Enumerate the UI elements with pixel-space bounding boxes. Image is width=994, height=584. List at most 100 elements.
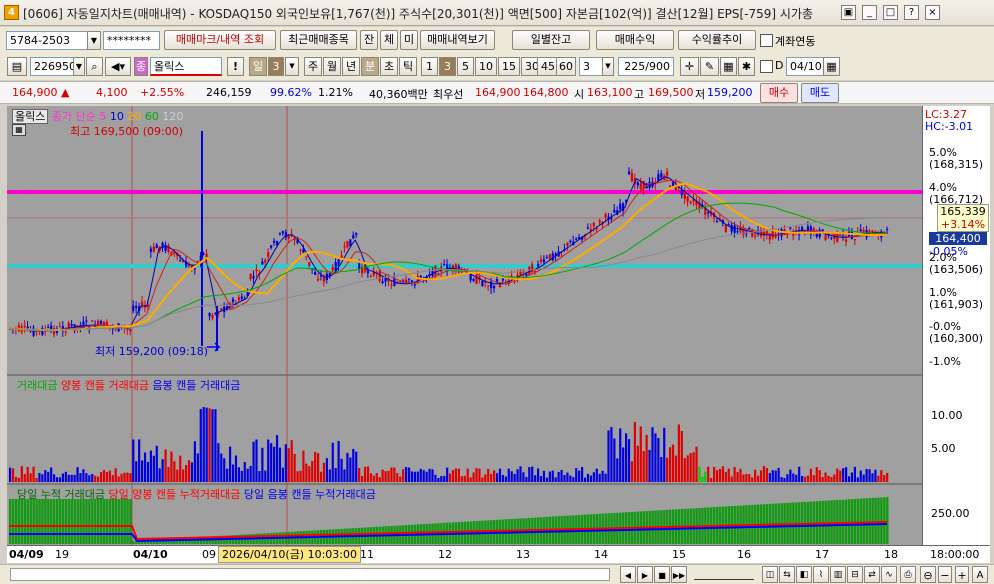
volume-bar: [431, 469, 434, 482]
code-dropdown-icon[interactable]: ▼: [73, 57, 85, 76]
date-input[interactable]: 04/10: [786, 57, 824, 76]
candle-body: [346, 241, 349, 248]
trade-mark-query-button[interactable]: 매매마크/내역 조회: [164, 30, 276, 50]
volume-bar: [67, 474, 70, 482]
date-checkbox[interactable]: [760, 60, 773, 73]
xtick-13: 13: [516, 548, 530, 561]
compare-icon[interactable]: ⇄: [864, 566, 880, 583]
zoom-minus-icon[interactable]: −: [938, 566, 952, 583]
buy-button[interactable]: 매수: [760, 83, 798, 103]
indicator-icon[interactable]: ∿: [881, 566, 897, 583]
grid-icon[interactable]: ▦: [12, 124, 26, 136]
candle-body: [736, 231, 739, 233]
close-icon[interactable]: ×: [925, 5, 940, 20]
balance-button[interactable]: 잔: [360, 30, 378, 50]
period-month-button[interactable]: 월: [323, 57, 341, 76]
volume-bar: [70, 474, 73, 482]
minute-10-button[interactable]: 10: [475, 57, 497, 76]
volume-bar: [114, 468, 117, 482]
candle-body: [598, 220, 601, 223]
bar-icon[interactable]: ▥: [830, 566, 846, 583]
volume-bar: [680, 430, 683, 482]
period-second-button[interactable]: 초: [380, 57, 398, 76]
period-year-button[interactable]: 년: [342, 57, 360, 76]
maximize-icon[interactable]: □: [883, 5, 898, 20]
sell-button[interactable]: 매도: [801, 83, 839, 103]
trade-profit-button[interactable]: 매매수익: [596, 30, 674, 50]
volume-bar: [850, 472, 854, 482]
period-tick-button[interactable]: 틱: [399, 57, 417, 76]
candle-body: [768, 236, 771, 240]
volume-bar: [780, 477, 783, 482]
split-icon[interactable]: ⊟: [847, 566, 863, 583]
candle-body: [845, 239, 848, 242]
line-icon[interactable]: ⌇: [813, 566, 829, 583]
period-day-value[interactable]: 3: [268, 57, 284, 76]
play-right-icon[interactable]: ▶: [637, 566, 653, 583]
count-input[interactable]: 225/900: [618, 57, 674, 76]
password-input[interactable]: ********: [103, 31, 160, 50]
volume-bar: [17, 477, 20, 482]
minute-5-button[interactable]: 5: [457, 57, 474, 76]
period-day-button[interactable]: 일: [249, 57, 267, 76]
current-price-value: 164,900: [12, 86, 58, 99]
account-input[interactable]: 5784-2503: [6, 31, 88, 50]
minute-1-button[interactable]: 1: [421, 57, 438, 76]
profit-trend-button[interactable]: 수익률추이: [678, 30, 756, 50]
account-dropdown-icon[interactable]: ▼: [87, 31, 101, 50]
alert-icon[interactable]: !: [227, 57, 244, 76]
candle-body: [586, 227, 590, 229]
interval-dropdown-icon[interactable]: ▼: [602, 57, 614, 76]
daily-balance-button[interactable]: 일별잔고: [512, 30, 590, 50]
period-minute-button[interactable]: 분: [361, 57, 379, 76]
account-link-checkbox[interactable]: [760, 34, 773, 47]
scroll-left-icon[interactable]: ◀: [620, 566, 636, 583]
crosshair-icon[interactable]: ✛: [680, 57, 699, 76]
restore-icon[interactable]: ▣: [841, 5, 856, 20]
stock-code-input[interactable]: 226950: [30, 57, 74, 76]
volume-bar: [73, 474, 76, 482]
speaker-icon[interactable]: ◀▾: [105, 57, 131, 76]
draw-tool-icon[interactable]: ✎: [700, 57, 719, 76]
save-icon[interactable]: ▦: [720, 57, 737, 76]
print-icon[interactable]: ⎙: [900, 566, 916, 583]
fast-forward-icon[interactable]: ▶▶: [671, 566, 687, 583]
minute-3-button[interactable]: 3: [439, 57, 456, 76]
volume-bar: [91, 474, 94, 482]
candle-body: [99, 320, 103, 324]
period-week-button[interactable]: 주: [304, 57, 322, 76]
help-icon[interactable]: ?: [904, 5, 919, 20]
minute-15-button[interactable]: 15: [498, 57, 520, 76]
stop-icon[interactable]: ■: [654, 566, 670, 583]
minimize-icon[interactable]: _: [862, 5, 877, 20]
interval-input[interactable]: 3: [579, 57, 603, 76]
zoom-out-icon[interactable]: ◫: [762, 566, 778, 583]
candle-body: [575, 238, 578, 240]
minute-60-button[interactable]: 60: [556, 57, 576, 76]
search-icon[interactable]: ⌕: [86, 57, 103, 76]
volume-bar: [504, 476, 507, 482]
chart-type-icon[interactable]: ⇆: [779, 566, 795, 583]
recent-trades-button[interactable]: 최근매매종목: [280, 30, 357, 50]
menu-icon[interactable]: ▤: [7, 57, 27, 76]
unfilled-button[interactable]: 미: [400, 30, 418, 50]
gear-icon[interactable]: ✱: [738, 57, 755, 76]
candle-icon[interactable]: ◧: [796, 566, 812, 583]
period-day-dropdown-icon[interactable]: ▼: [285, 57, 299, 76]
volume-bar: [152, 455, 155, 482]
volume-bar: [205, 407, 208, 482]
chart-area[interactable]: 올릭스 종가 단순 5 10 20 60 120 ▦ 최고 169,500 (0…: [7, 106, 922, 563]
minus-icon[interactable]: ⊖: [920, 566, 936, 583]
stock-name-field[interactable]: 올릭스: [150, 57, 222, 76]
text-size-icon[interactable]: A: [972, 566, 988, 583]
filled-button[interactable]: 체: [380, 30, 398, 50]
zoom-plus-icon[interactable]: +: [955, 566, 969, 583]
volume-bar: [765, 468, 768, 482]
candle-body: [179, 260, 182, 262]
calendar-icon[interactable]: ▦: [823, 57, 840, 76]
trade-history-button[interactable]: 매매내역보기: [420, 30, 495, 50]
volume-bar: [126, 472, 129, 482]
volume-bar: [598, 473, 601, 482]
horizontal-scrollbar[interactable]: [10, 568, 610, 581]
zoom-slider[interactable]: [694, 569, 754, 580]
